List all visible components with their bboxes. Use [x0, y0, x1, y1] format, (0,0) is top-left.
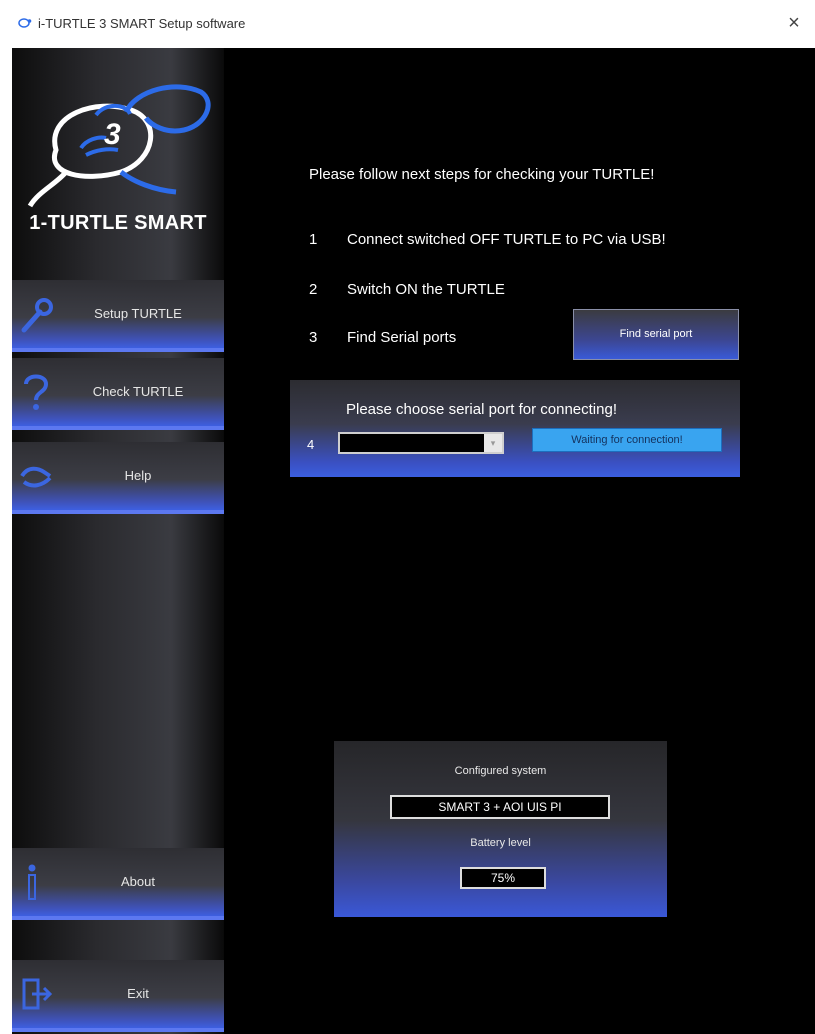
port-prompt: Please choose serial port for connecting… [346, 401, 617, 418]
sidebar-item-check-turtle[interactable]: Check TURTLE [12, 358, 224, 430]
battery-level-value: 75% [460, 867, 546, 889]
connection-status-badge: Waiting for connection! [532, 428, 722, 452]
sidebar-item-setup-turtle[interactable]: Setup TURTLE [12, 280, 224, 352]
instructions-heading: Please follow next steps for checking yo… [309, 166, 655, 183]
battery-level-label: Battery level [470, 837, 531, 849]
step-1: 1 Connect switched OFF TURTLE to PC via U… [309, 231, 666, 248]
brand-name: 1-TURTLE SMART [29, 212, 207, 234]
app-window: 3 1-TURTLE SMART Setup TURTLE Check TURT… [12, 48, 815, 1034]
sidebar-item-label: Help [124, 468, 152, 483]
step-number: 3 [309, 329, 318, 346]
step-text: Switch ON the TURTLE [347, 281, 505, 298]
configured-system-panel: Configured system SMART 3 + AOI UIS PI B… [334, 741, 667, 917]
window-title: i-TURTLE 3 SMART Setup software [38, 16, 246, 31]
sidebar-item-label: Exit [127, 986, 149, 1001]
sidebar-item-label: Check TURTLE [92, 384, 184, 399]
configured-system-label: Configured system [454, 765, 547, 777]
sidebar-item-about[interactable]: About [12, 848, 224, 920]
handshake-icon [20, 466, 52, 488]
step-2: 2 Switch ON the TURTLE [309, 281, 505, 298]
step-text: Connect switched OFF TURTLE to PC via US… [347, 231, 666, 248]
wrench-icon [21, 298, 53, 333]
app-icon [18, 18, 32, 28]
exit-door-icon [22, 978, 53, 1010]
step-number: 2 [309, 281, 318, 298]
configured-system-value: SMART 3 + AOI UIS PI [390, 795, 610, 819]
close-button[interactable]: × [781, 10, 807, 36]
question-icon [24, 374, 49, 410]
turtle-logo-icon: 3 [27, 84, 211, 208]
step-text: Find Serial ports [347, 329, 457, 346]
sidebar-item-label: About [121, 874, 155, 889]
chevron-down-icon[interactable]: ▾ [484, 434, 502, 452]
step-3: 3 Find Serial ports [309, 329, 456, 346]
sidebar-item-help[interactable]: Help [12, 442, 224, 514]
sidebar: 3 1-TURTLE SMART Setup TURTLE Check TURT… [12, 48, 224, 1034]
serial-port-panel: Please choose serial port for connecting… [290, 380, 740, 477]
sidebar-item-label: Setup TURTLE [94, 306, 182, 321]
find-serial-port-button[interactable]: Find serial port [573, 309, 739, 360]
step-number: 4 [307, 437, 315, 452]
step-number: 1 [309, 231, 318, 248]
title-bar: i-TURTLE 3 SMART Setup software × [0, 0, 815, 48]
sidebar-item-exit[interactable]: Exit [12, 960, 224, 1032]
logo-digit: 3 [104, 118, 121, 151]
serial-port-dropdown[interactable]: ▾ [338, 432, 504, 454]
info-icon [28, 864, 36, 900]
